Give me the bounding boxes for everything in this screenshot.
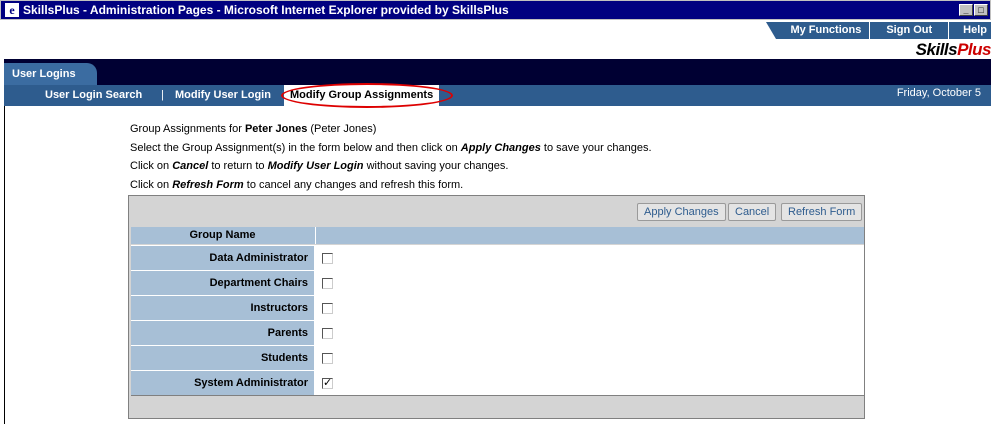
table-row: Department Chairs (131, 270, 864, 295)
group-label: Parents (131, 321, 314, 345)
instr-text: Click on (130, 160, 173, 172)
user-name-paren: (Peter Jones) (307, 123, 377, 135)
group-label: Department Chairs (131, 271, 314, 295)
window-titlebar: e SkillsPlus - Administration Pages - Mi… (0, 0, 991, 20)
group-checkbox-checked[interactable]: ✓ (322, 378, 333, 389)
table-row: Students (131, 345, 864, 370)
header-divider (315, 227, 316, 244)
my-functions-link[interactable]: My Functions (766, 22, 870, 39)
top-navigation: My Functions Sign Out Help (4, 20, 991, 40)
instr-action: Modify User Login (267, 160, 364, 172)
nav-separator: | (161, 89, 164, 101)
sub-navigation: User Login Search | Modify User Login Mo… (4, 85, 991, 106)
header-band (4, 59, 991, 85)
cancel-button[interactable]: Cancel (728, 203, 777, 221)
user-name: Peter Jones (244, 123, 308, 135)
group-checkbox[interactable] (322, 253, 333, 264)
help-link[interactable]: Help (948, 22, 991, 39)
instr-text: to cancel any changes and refresh this f… (243, 179, 464, 191)
highlight-oval (281, 83, 453, 108)
table-header: Group Name (131, 227, 864, 244)
table-row: Data Administrator (131, 245, 864, 270)
group-label: Data Administrator (131, 246, 314, 270)
instruction-line-3: Click on Cancel to return to Modify User… (130, 160, 508, 172)
panel-footer (131, 395, 864, 418)
instr-action: Apply Changes (460, 142, 541, 154)
apply-changes-button[interactable]: Apply Changes (637, 203, 726, 221)
instr-text: Select the Group Assignment(s) in the fo… (130, 142, 461, 154)
current-date: Friday, October 5 (896, 87, 981, 99)
table-row: Parents (131, 320, 864, 345)
table-row: Instructors (131, 295, 864, 320)
group-checkbox[interactable] (322, 353, 333, 364)
skillsplus-logo: SkillsPlus (861, 41, 991, 59)
window-title: SkillsPlus - Administration Pages - Micr… (23, 3, 509, 17)
refresh-form-button[interactable]: Refresh Form (781, 203, 863, 221)
group-label: System Administrator (131, 371, 314, 395)
group-name-header: Group Name (189, 229, 256, 241)
group-label: Students (131, 346, 314, 370)
table-row: System Administrator ✓ (131, 370, 864, 395)
group-checkbox[interactable] (322, 278, 333, 289)
brand-suffix: Plus (957, 40, 991, 59)
group-assignments-panel: Apply Changes Cancel Refresh Form Group … (128, 195, 865, 419)
ie-icon: e (5, 3, 19, 17)
brand-name: Skills (915, 40, 958, 59)
instr-action: Refresh Form (172, 179, 244, 191)
instr-text: without saving your changes. (363, 160, 509, 172)
instr-action: Cancel (172, 160, 209, 172)
user-login-search-link[interactable]: User Login Search (45, 85, 142, 106)
maximize-button[interactable]: □ (974, 4, 988, 16)
instr-text: to return to (208, 160, 268, 172)
tab-user-logins[interactable]: User Logins (4, 63, 97, 85)
group-label: Instructors (131, 296, 314, 320)
sign-out-link[interactable]: Sign Out (869, 22, 949, 39)
instr-text: to save your changes. (540, 142, 652, 154)
instruction-line-4: Click on Refresh Form to cancel any chan… (130, 179, 463, 191)
left-border (4, 106, 5, 424)
modify-user-login-link[interactable]: Modify User Login (175, 85, 271, 106)
group-checkbox[interactable] (322, 328, 333, 339)
instruction-line-2: Select the Group Assignment(s) in the fo… (130, 142, 652, 154)
minimize-button[interactable]: _ (959, 4, 973, 16)
instr-text: Group Assignments for (130, 123, 245, 135)
instruction-line-1: Group Assignments for Peter Jones (Peter… (130, 123, 376, 135)
group-checkbox[interactable] (322, 303, 333, 314)
instr-text: Click on (130, 179, 173, 191)
